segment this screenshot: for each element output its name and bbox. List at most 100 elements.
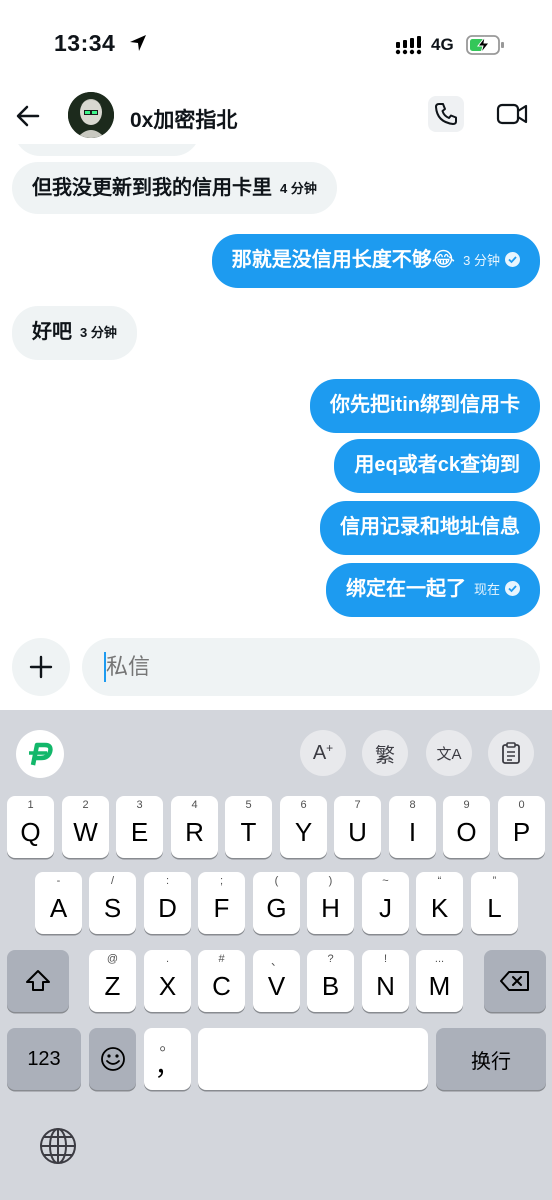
- key-label: F: [213, 892, 230, 923]
- comma-key[interactable]: 。，: [144, 1028, 191, 1090]
- ai-writing-button[interactable]: A +: [300, 730, 346, 776]
- add-attachment-button[interactable]: [12, 638, 70, 696]
- contact-avatar[interactable]: [68, 92, 114, 138]
- message-bubble-sent[interactable]: 你先把itin绑到信用卡: [310, 379, 540, 433]
- backspace-icon: [500, 971, 529, 991]
- key-hint-label: 、: [271, 956, 282, 968]
- key-label: N: [376, 970, 395, 1001]
- key-hint-label: :: [165, 875, 170, 887]
- key-f[interactable]: ; F: [198, 872, 245, 934]
- key-h[interactable]: ) H: [307, 872, 354, 934]
- shift-icon: [26, 970, 50, 991]
- key-label: X: [158, 970, 177, 1001]
- space-key[interactable]: [198, 1028, 428, 1090]
- key-r[interactable]: 4R: [171, 796, 218, 858]
- logo-icon: [29, 742, 53, 766]
- key-w[interactable]: 2W: [62, 796, 109, 858]
- clipboard-icon: [502, 742, 520, 764]
- traditional-chinese-button[interactable]: 繁: [362, 730, 408, 776]
- key-label: U: [348, 816, 367, 847]
- message-list[interactable]: 但我没更新到我的信用卡里 4 分钟 那就是没信用长度不够😂 3 分钟 好吧 3 分钟 …: [0, 144, 552, 630]
- plus-icon: [29, 655, 53, 679]
- key-u[interactable]: 7U: [334, 796, 381, 858]
- message-input[interactable]: [82, 638, 540, 696]
- key-j[interactable]: ~ J: [362, 872, 409, 934]
- read-check-icon: [505, 581, 520, 597]
- message-bubble-received[interactable]: 但我没更新到我的信用卡里 4 分钟: [12, 162, 337, 214]
- key-hint-label: 0: [518, 799, 525, 811]
- key-o[interactable]: 9O: [443, 796, 490, 858]
- key-y[interactable]: 6Y: [280, 796, 327, 858]
- ai-writing-icon: A: [312, 741, 327, 764]
- contact-name[interactable]: 0x加密指北: [130, 104, 237, 134]
- key-q[interactable]: 1Q: [7, 796, 54, 858]
- key-label: Q: [20, 816, 41, 847]
- key-b[interactable]: ? B: [307, 950, 354, 1012]
- location-arrow-icon: [130, 35, 146, 51]
- message-text: 好吧: [32, 321, 72, 343]
- translate-button[interactable]: 文A: [426, 730, 472, 776]
- key-c[interactable]: # C: [198, 950, 245, 1012]
- phone-icon: [435, 103, 457, 125]
- message-bubble-sent[interactable]: 用eq或者ck查询到: [334, 439, 540, 493]
- key-label: L: [487, 892, 502, 923]
- call-button[interactable]: [428, 96, 464, 132]
- delete-key[interactable]: [484, 950, 546, 1012]
- keyboard: A + 繁 文A 1Q 2W 3E 4R 5T 6Y 7U 8I 9O 0P -A…: [0, 710, 552, 1200]
- key-label: V: [267, 970, 286, 1001]
- key-k[interactable]: “K: [416, 872, 463, 934]
- message-bubble-sent[interactable]: 那就是没信用长度不够😂 3 分钟: [211, 234, 540, 288]
- key-label: R: [185, 816, 204, 847]
- key-d[interactable]: :D: [144, 872, 191, 934]
- key-x[interactable]: .X: [144, 950, 191, 1012]
- key-label: C: [212, 970, 231, 1001]
- key-hint-label: ): [328, 875, 333, 887]
- key-label: T: [240, 816, 257, 847]
- message-text: 绑定在一起了: [345, 578, 466, 600]
- key-hint-label: ;: [219, 875, 224, 887]
- key-label: Y: [294, 816, 313, 847]
- emoji-icon: [100, 1047, 125, 1071]
- key-hint-label: !: [383, 953, 388, 965]
- key-label: K: [430, 892, 449, 923]
- key-t[interactable]: 5T: [225, 796, 272, 858]
- message-bubble-received[interactable]: 好吧 3 分钟: [12, 306, 137, 360]
- globe-icon[interactable]: [38, 1126, 78, 1166]
- traditional-chinese-label: 繁: [375, 744, 395, 767]
- key-a[interactable]: -A: [35, 872, 82, 934]
- video-call-button[interactable]: [494, 96, 530, 132]
- key-e[interactable]: 3E: [116, 796, 163, 858]
- message-bubble-sent[interactable]: 信用记录和地址信息: [320, 501, 540, 555]
- key-label: W: [73, 816, 98, 847]
- battery-charging-icon: [466, 35, 504, 55]
- emoji-key[interactable]: [89, 1028, 136, 1090]
- key-hint-label: 。: [159, 1037, 176, 1054]
- numbers-key[interactable]: 123: [7, 1028, 81, 1090]
- return-key[interactable]: 换行: [436, 1028, 546, 1090]
- shift-key[interactable]: [7, 950, 69, 1012]
- key-hint-label: (: [274, 875, 279, 887]
- key-s[interactable]: / S: [89, 872, 136, 934]
- key-hint-label: ?: [327, 953, 334, 965]
- key-i[interactable]: 8I: [389, 796, 436, 858]
- key-n[interactable]: ! N: [362, 950, 409, 1012]
- key-hint-label: 9: [463, 799, 470, 811]
- message-bubble-sent[interactable]: 绑定在一起了 现在: [325, 563, 540, 617]
- key-label: A: [49, 892, 68, 923]
- avatar-image: [68, 92, 114, 138]
- key-m[interactable]: ... M: [416, 950, 463, 1012]
- key-p[interactable]: 0P: [498, 796, 545, 858]
- key-label: B: [321, 970, 340, 1001]
- keyboard-app-logo[interactable]: [16, 730, 64, 778]
- key-hint-label: 4: [191, 799, 198, 811]
- key-hint-label: @: [106, 953, 119, 965]
- key-g[interactable]: (G: [253, 872, 300, 934]
- message-text: 但我没更新到我的信用卡里: [32, 177, 272, 199]
- key-z[interactable]: @ Z: [89, 950, 136, 1012]
- clipboard-button[interactable]: [488, 730, 534, 776]
- key-v[interactable]: 、 V: [253, 950, 300, 1012]
- key-l[interactable]: ” L: [471, 872, 518, 934]
- back-arrow-icon[interactable]: [14, 102, 42, 130]
- key-label: P: [512, 816, 531, 847]
- message-text: 用eq或者ck查询到: [354, 454, 520, 476]
